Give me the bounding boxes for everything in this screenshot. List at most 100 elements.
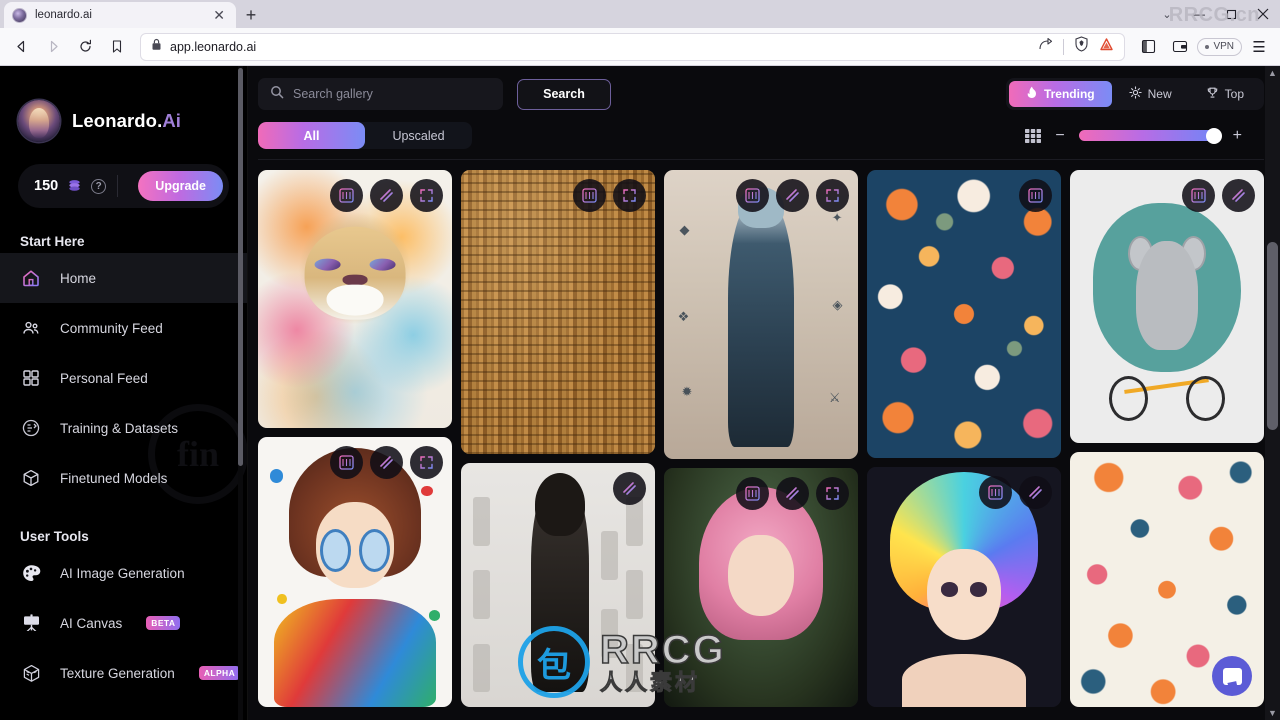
- gallery-card-colorful-hair-girl-portrait[interactable]: [867, 467, 1061, 707]
- zoom-in-button[interactable]: +: [1233, 127, 1242, 144]
- gallery-card-rainbow-girl-with-glasses[interactable]: [258, 437, 452, 707]
- remix-icon[interactable]: [330, 446, 363, 479]
- sidebar-item-community-feed[interactable]: Community Feed: [0, 303, 247, 353]
- expand-icon[interactable]: [816, 477, 849, 510]
- sidebar-section-title-user-tools: User Tools: [20, 529, 89, 544]
- maximize-button[interactable]: [1216, 0, 1246, 28]
- scroll-up-arrow-icon[interactable]: ▲: [1267, 68, 1278, 78]
- gallery-card-watercolor-lion-with-sunglasses[interactable]: [258, 170, 452, 428]
- card-overlay-actions: [979, 476, 1052, 509]
- sidebar-scrollbar-thumb[interactable]: [238, 68, 243, 466]
- rune-glyph: ◈: [832, 297, 843, 313]
- minimize-button[interactable]: —: [1184, 0, 1214, 28]
- sidebar-item-home[interactable]: Home: [0, 253, 247, 303]
- tab-trending[interactable]: Trending: [1008, 81, 1112, 107]
- gallery-column: [461, 170, 655, 707]
- help-icon[interactable]: ?: [91, 178, 107, 194]
- expand-icon[interactable]: [613, 179, 646, 212]
- expand-icon[interactable]: [816, 179, 849, 212]
- filter-pills: All Upscaled: [258, 122, 472, 149]
- remix-icon[interactable]: [573, 179, 606, 212]
- gallery-card-orange-floral-pattern-dark[interactable]: [867, 170, 1061, 458]
- vpn-status-badge[interactable]: VPN: [1197, 37, 1242, 56]
- sketch-thumbnail: [625, 643, 644, 693]
- sidebar: fin Leonardo.Ai 150 ? Upgrade Start Here: [0, 66, 248, 720]
- remix-icon[interactable]: [736, 477, 769, 510]
- upscale-icon[interactable]: [776, 179, 809, 212]
- tab-new[interactable]: New: [1112, 81, 1189, 107]
- zoom-slider-knob[interactable]: [1205, 127, 1222, 144]
- search-input[interactable]: Search gallery: [258, 78, 503, 110]
- sidebar-item-label: Home: [60, 270, 97, 286]
- browser-tab[interactable]: leonardo.ai ✕: [4, 2, 236, 28]
- upscale-icon[interactable]: [370, 179, 403, 212]
- expand-icon[interactable]: [410, 446, 443, 479]
- leonardo-favicon-icon: [12, 7, 27, 23]
- zoom-out-button[interactable]: −: [1055, 127, 1064, 144]
- gallery-card-pink-haired-fantasy-portrait[interactable]: [664, 468, 858, 707]
- filter-all[interactable]: All: [258, 122, 365, 149]
- brave-shield-icon[interactable]: [1074, 36, 1089, 57]
- brave-leo-icon[interactable]: [1099, 37, 1114, 57]
- upscale-icon[interactable]: [1019, 476, 1052, 509]
- scroll-down-arrow-icon[interactable]: ▼: [1267, 708, 1278, 718]
- leonardo-logo-icon: [18, 100, 60, 142]
- grid-view-icon[interactable]: [1025, 128, 1042, 143]
- tab-label: Top: [1224, 87, 1244, 101]
- back-button[interactable]: [6, 32, 36, 62]
- brand-header[interactable]: Leonardo.Ai: [0, 66, 247, 142]
- gallery-card-egyptian-hieroglyphs-panel[interactable]: [461, 170, 655, 454]
- upgrade-button[interactable]: Upgrade: [138, 171, 223, 201]
- chevron-down-icon[interactable]: ⌄: [1152, 8, 1182, 21]
- remix-icon[interactable]: [1182, 179, 1215, 212]
- browser-window: leonardo.ai ✕ + ⌄ — RRCG.cn app.leonardo…: [0, 0, 1280, 720]
- sidebar-icon[interactable]: [1133, 33, 1163, 61]
- sketch-thumbnail: [472, 497, 491, 546]
- gallery-grid: ◆ ✦ ❖ ◈ ✹ ⚔: [258, 170, 1264, 720]
- search-icon: [270, 85, 284, 104]
- window-close-button[interactable]: [1248, 0, 1278, 28]
- upscale-icon[interactable]: [370, 446, 403, 479]
- address-bar-actions: [1038, 36, 1114, 57]
- sidebar-item-texture-generation[interactable]: Texture Generation ALPHA: [0, 648, 247, 698]
- remix-icon[interactable]: [979, 476, 1012, 509]
- bookmark-icon[interactable]: [102, 32, 132, 62]
- gallery-card-dark-fantasy-sorceress-sheet[interactable]: [461, 463, 655, 707]
- main-scrollbar-thumb[interactable]: [1267, 242, 1278, 430]
- gallery-card-blue-haired-female-warrior[interactable]: ◆ ✦ ❖ ◈ ✹ ⚔: [664, 170, 858, 459]
- gallery-column: [867, 170, 1061, 707]
- sidebar-item-training-datasets[interactable]: Training & Datasets: [0, 403, 247, 453]
- brand-name-main: Leonardo.: [72, 110, 163, 131]
- sidebar-item-ai-canvas[interactable]: AI Canvas BETA: [0, 598, 247, 648]
- browser-menu-button[interactable]: ☰: [1244, 33, 1274, 61]
- upscale-icon[interactable]: [776, 477, 809, 510]
- remix-icon[interactable]: [1019, 179, 1052, 212]
- sidebar-item-finetuned-models[interactable]: Finetuned Models: [0, 453, 247, 503]
- share-icon[interactable]: [1038, 37, 1053, 57]
- remix-icon[interactable]: [330, 179, 363, 212]
- reload-button[interactable]: [70, 32, 100, 62]
- main-content: Search gallery Search Trending New Top A…: [248, 66, 1280, 720]
- sidebar-item-personal-feed[interactable]: Personal Feed: [0, 353, 247, 403]
- zoom-slider[interactable]: [1078, 127, 1222, 144]
- gallery-card-koala-riding-bicycle[interactable]: [1070, 170, 1264, 443]
- paint-splat: [428, 609, 441, 621]
- new-tab-button[interactable]: +: [236, 2, 266, 28]
- coins-icon: [67, 179, 82, 193]
- gallery-column: [1070, 170, 1264, 707]
- upscale-icon[interactable]: [1222, 179, 1255, 212]
- filter-upscaled[interactable]: Upscaled: [365, 122, 472, 149]
- expand-icon[interactable]: [410, 179, 443, 212]
- wallet-icon[interactable]: [1165, 33, 1195, 61]
- address-bar[interactable]: app.leonardo.ai: [140, 32, 1126, 61]
- upscale-icon[interactable]: [613, 472, 646, 505]
- remix-icon[interactable]: [736, 179, 769, 212]
- intercom-launcher-button[interactable]: [1212, 656, 1252, 696]
- search-button[interactable]: Search: [517, 78, 611, 110]
- rune-glyph: ✹: [681, 383, 693, 399]
- close-icon[interactable]: ✕: [210, 8, 228, 22]
- sidebar-item-ai-image-generation[interactable]: AI Image Generation: [0, 548, 247, 598]
- forward-button[interactable]: [38, 32, 68, 62]
- tab-top[interactable]: Top: [1189, 81, 1261, 107]
- tab-label: Trending: [1043, 87, 1095, 101]
